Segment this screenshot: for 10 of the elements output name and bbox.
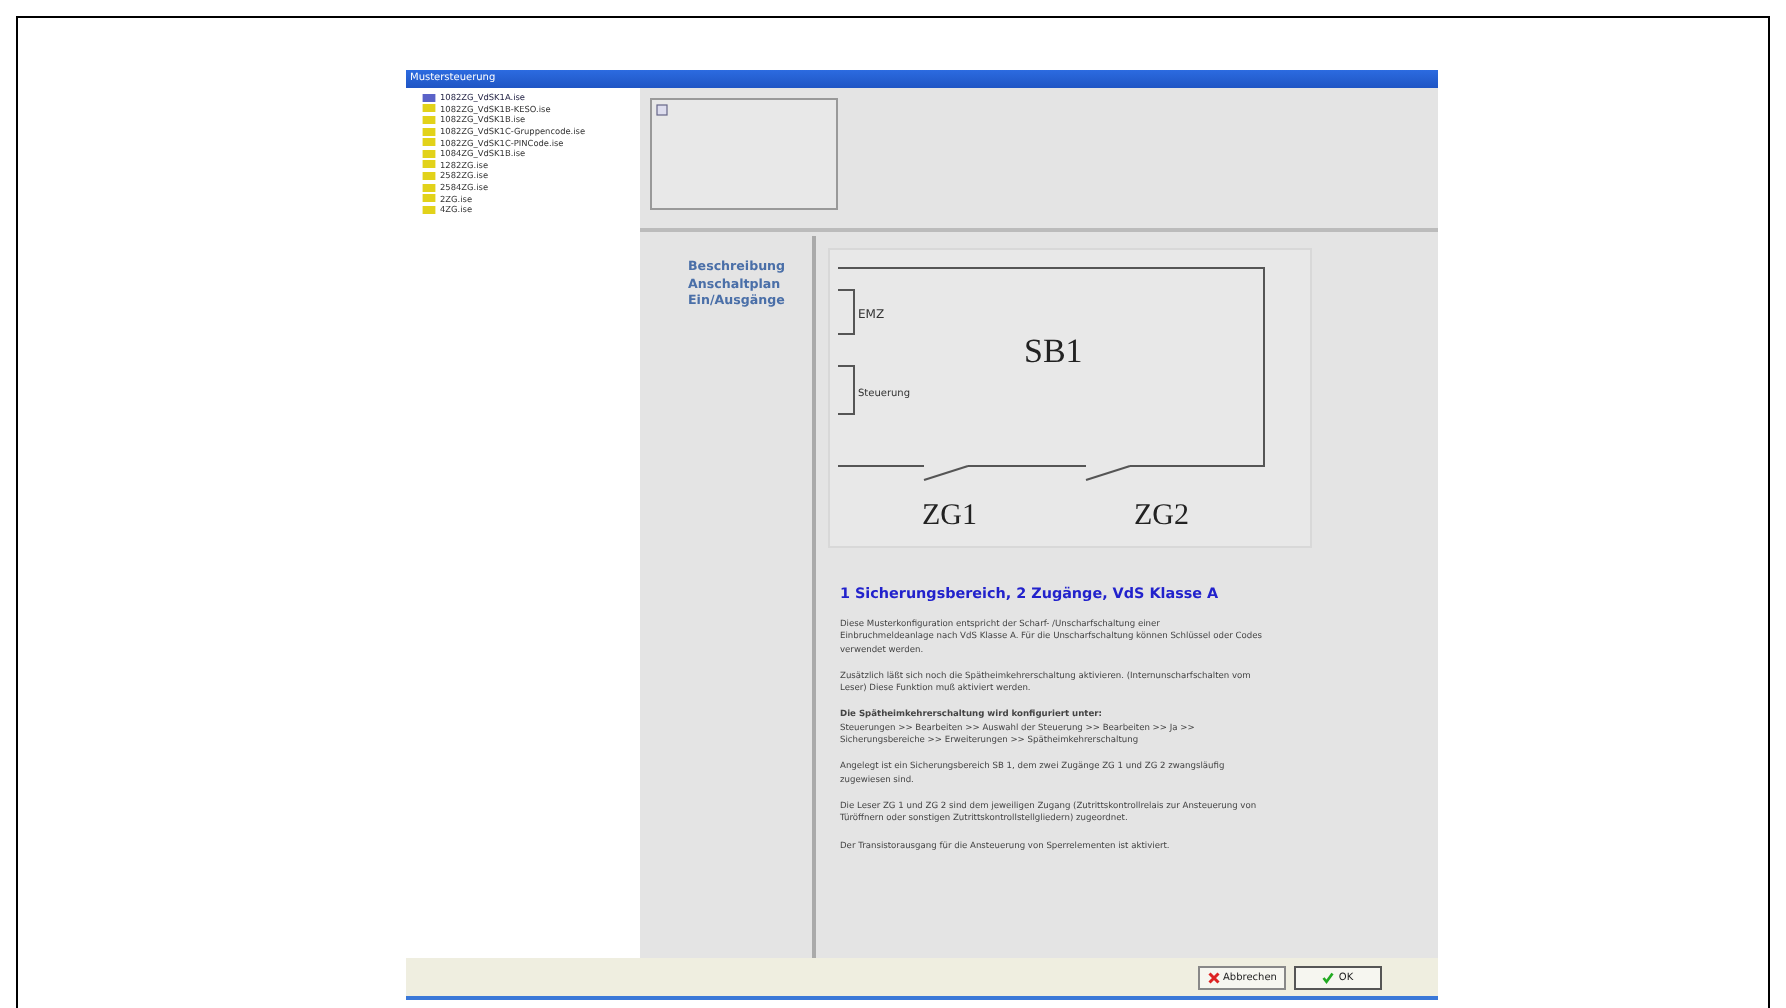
check-icon (1322, 971, 1335, 983)
input-bracket (837, 289, 855, 335)
input-bracket (837, 365, 855, 415)
door-label: ZG2 (1134, 500, 1189, 532)
door-label: ZG1 (922, 500, 977, 532)
area-label: SB1 (1024, 332, 1083, 370)
door-line (923, 465, 969, 481)
image-icon (656, 104, 668, 116)
door-line (1085, 465, 1131, 481)
cross-icon (1207, 971, 1220, 983)
